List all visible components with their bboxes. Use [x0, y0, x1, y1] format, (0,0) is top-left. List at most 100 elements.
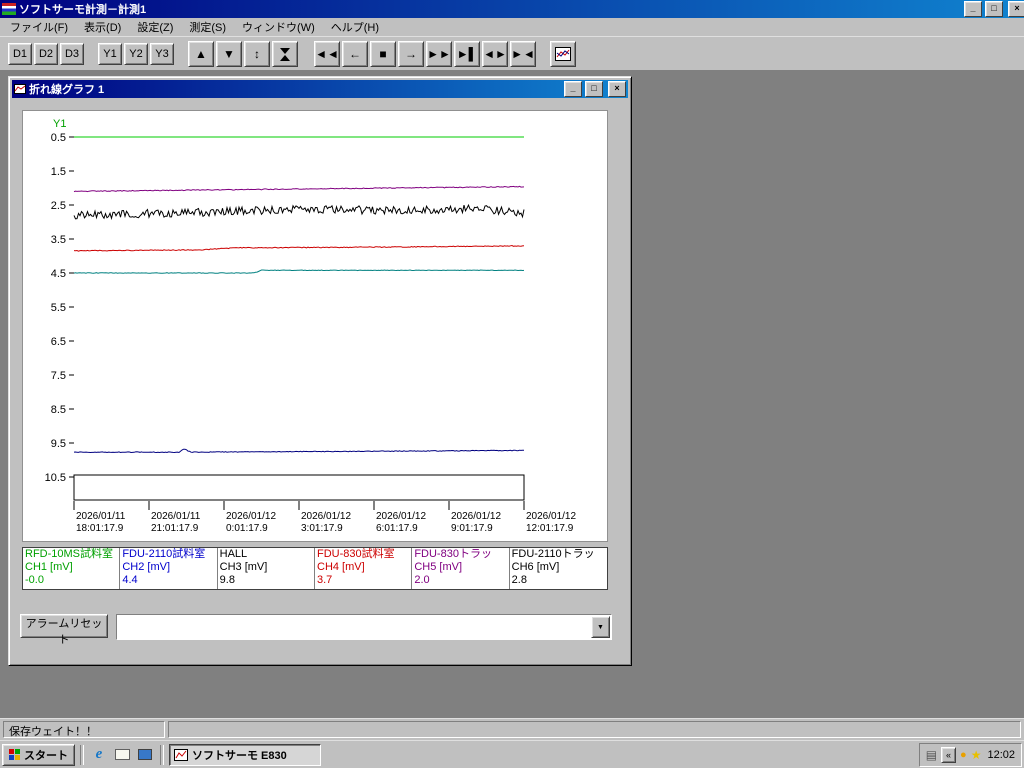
- menu-item-2[interactable]: 表示(D): [76, 17, 129, 37]
- alert-tray-icon[interactable]: ●: [960, 749, 967, 761]
- toolbar-button-y3[interactable]: Y3: [150, 43, 174, 65]
- chart-icon: [555, 47, 571, 61]
- legend-cell-ch1: RFD-10MS試料室 CH1 [mV] -0.0: [23, 548, 121, 589]
- legend-device: FDU-2110試料室: [122, 548, 206, 560]
- menu-item-3[interactable]: 設定(Z): [129, 17, 181, 37]
- graph-window-icon: [14, 84, 26, 94]
- display-button-group: D1 D2 D3: [8, 43, 84, 65]
- quicklaunch-ie-icon[interactable]: e: [89, 745, 109, 765]
- star-tray-icon[interactable]: ★: [971, 748, 982, 762]
- tray-collapse-button[interactable]: «: [941, 746, 957, 763]
- svg-text:3:01:17.9: 3:01:17.9: [301, 523, 343, 534]
- legend-cell-ch3: HALL CH3 [mV] 9.8: [218, 548, 315, 589]
- svg-text:2026/01/12: 2026/01/12: [226, 511, 276, 522]
- svg-text:1.5: 1.5: [51, 166, 66, 178]
- legend-device: RFD-10MS試料室: [25, 548, 114, 560]
- window-title: ソフトサーモ計測－計測1: [19, 4, 147, 16]
- axis-button-group: Y1 Y2 Y3: [98, 43, 174, 65]
- svg-text:6:01:17.9: 6:01:17.9: [376, 523, 418, 534]
- start-label: スタート: [24, 749, 68, 762]
- toolbar-button-rewind[interactable]: ◄◄: [314, 41, 340, 67]
- clock: 12:02: [987, 748, 1015, 761]
- svg-text:2026/01/12: 2026/01/12: [301, 511, 351, 522]
- quicklaunch-desktop-icon[interactable]: [135, 745, 155, 765]
- windows-logo-icon: [9, 749, 20, 760]
- svg-text:10.5: 10.5: [45, 472, 66, 484]
- graph-minimize-button[interactable]: _: [564, 81, 582, 97]
- toolbar-button-hourglass[interactable]: [272, 41, 298, 67]
- legend-value: -0.0: [25, 574, 44, 586]
- graph-window-title-bar: 折れ線グラフ 1 _ □ ×: [12, 80, 628, 98]
- legend-value: 4.4: [122, 574, 138, 586]
- toolbar-button-fast-forward[interactable]: ►►: [426, 41, 452, 67]
- legend-value: 3.7: [317, 574, 333, 586]
- toolbar-button-skip-end[interactable]: ►▌: [454, 41, 480, 67]
- quicklaunch-mail-icon[interactable]: [112, 745, 132, 765]
- main-title-bar: ソフトサーモ計測－計測1 _ □ ×: [0, 0, 1024, 18]
- legend-channel: CH5 [mV]: [414, 561, 463, 573]
- svg-text:4.5: 4.5: [51, 268, 66, 280]
- taskbar-divider: [80, 744, 84, 765]
- svg-text:2026/01/12: 2026/01/12: [451, 511, 501, 522]
- svg-text:2026/01/12: 2026/01/12: [526, 511, 576, 522]
- toolbar-button-step-forward[interactable]: →: [398, 41, 424, 67]
- skip-end-icon: ►▌: [456, 47, 478, 61]
- toolbar-button-y2[interactable]: Y2: [124, 43, 148, 65]
- mdi-workspace: 折れ線グラフ 1 _ □ × Y1 0.5 1.5 2.5 3.5 4.5 5.5 6.5 7.…: [0, 70, 1024, 718]
- hourglass-icon: [279, 47, 291, 61]
- legend-channel: CH2 [mV]: [122, 561, 171, 573]
- toolbar-button-step-back[interactable]: ←: [342, 41, 368, 67]
- graph-panel: Y1 0.5 1.5 2.5 3.5 4.5 5.5 6.5 7.5 8.5 9.5 10.5 2026…: [22, 110, 608, 542]
- graph-close-button[interactable]: ×: [608, 81, 626, 97]
- toolbar-button-up-down-arrow[interactable]: ↕: [244, 41, 270, 67]
- toolbar-button-d2[interactable]: D2: [34, 43, 58, 65]
- graph-window-client: Y1 0.5 1.5 2.5 3.5 4.5 5.5 6.5 7.5 8.5 9.5 10.5 2026…: [12, 99, 628, 656]
- up-down-arrow-icon: ↕: [254, 47, 260, 61]
- menu-item-4[interactable]: 測定(S): [181, 17, 234, 37]
- down-arrow-icon: ▼: [223, 47, 235, 61]
- keyboard-tray-icon[interactable]: ▤: [926, 748, 937, 762]
- taskbar: スタート e ソフトサーモ E830 ▤ « ● ★ 12:02: [0, 740, 1024, 768]
- toolbar-button-d3[interactable]: D3: [60, 43, 84, 65]
- legend-channel: CH4 [mV]: [317, 561, 365, 573]
- menu-bar: ファイル(F) 表示(D) 設定(Z) 測定(S) ウィンドウ(W) ヘルプ(H): [0, 18, 1024, 36]
- minimize-button[interactable]: _: [964, 1, 982, 17]
- menu-item-1[interactable]: ファイル(F): [2, 17, 76, 37]
- taskbar-divider: [160, 744, 164, 765]
- toolbar-button-expand-horizontal[interactable]: ◄►: [482, 41, 508, 67]
- toolbar: D1 D2 D3 Y1 Y2 Y3 ▲ ▼ ↕ ◄◄ ← ■ → ►► ►▌ ◄► ►◄: [0, 36, 1024, 71]
- combo-dropdown-button[interactable]: ▼: [591, 616, 610, 638]
- legend-channel: CH6 [mV]: [511, 561, 560, 573]
- task-chart-icon: [174, 748, 188, 761]
- graph-maximize-button[interactable]: □: [585, 81, 603, 97]
- svg-text:6.5: 6.5: [51, 336, 66, 348]
- toolbar-button-up-arrow[interactable]: ▲: [188, 41, 214, 67]
- alarm-combo[interactable]: ▼: [116, 614, 612, 640]
- icon-button-group: ▲ ▼ ↕ ◄◄ ← ■ → ►► ►▌ ◄► ►◄: [188, 41, 536, 67]
- svg-text:2026/01/12: 2026/01/12: [376, 511, 426, 522]
- step-back-icon: ←: [349, 47, 361, 61]
- alarm-reset-button[interactable]: アラームリセット: [20, 614, 108, 646]
- expand-horizontal-icon: ◄►: [483, 47, 507, 61]
- legend-channel: CH1 [mV]: [25, 561, 73, 573]
- svg-text:21:01:17.9: 21:01:17.9: [151, 523, 199, 534]
- start-button[interactable]: スタート: [2, 743, 75, 766]
- svg-text:3.5: 3.5: [51, 234, 66, 246]
- svg-text:2.5: 2.5: [51, 200, 66, 212]
- menu-item-6[interactable]: ヘルプ(H): [323, 17, 387, 37]
- svg-text:8.5: 8.5: [51, 404, 66, 416]
- task-button[interactable]: ソフトサーモ E830: [169, 743, 321, 766]
- close-button[interactable]: ×: [1008, 1, 1024, 17]
- svg-text:2026/01/11: 2026/01/11: [76, 511, 126, 522]
- legend-cell-ch6: FDU-2110トラッ CH6 [mV] 2.8: [510, 548, 607, 589]
- alarm-combo-value: [121, 619, 589, 634]
- toolbar-button-y1[interactable]: Y1: [98, 43, 122, 65]
- svg-text:5.5: 5.5: [51, 302, 66, 314]
- menu-item-5[interactable]: ウィンドウ(W): [234, 17, 323, 37]
- toolbar-button-down-arrow[interactable]: ▼: [216, 41, 242, 67]
- toolbar-button-stop[interactable]: ■: [370, 41, 396, 67]
- toolbar-button-d1[interactable]: D1: [8, 43, 32, 65]
- toolbar-button-collapse-horizontal[interactable]: ►◄: [510, 41, 536, 67]
- graph-display-button[interactable]: [550, 41, 576, 67]
- maximize-button[interactable]: □: [985, 1, 1003, 17]
